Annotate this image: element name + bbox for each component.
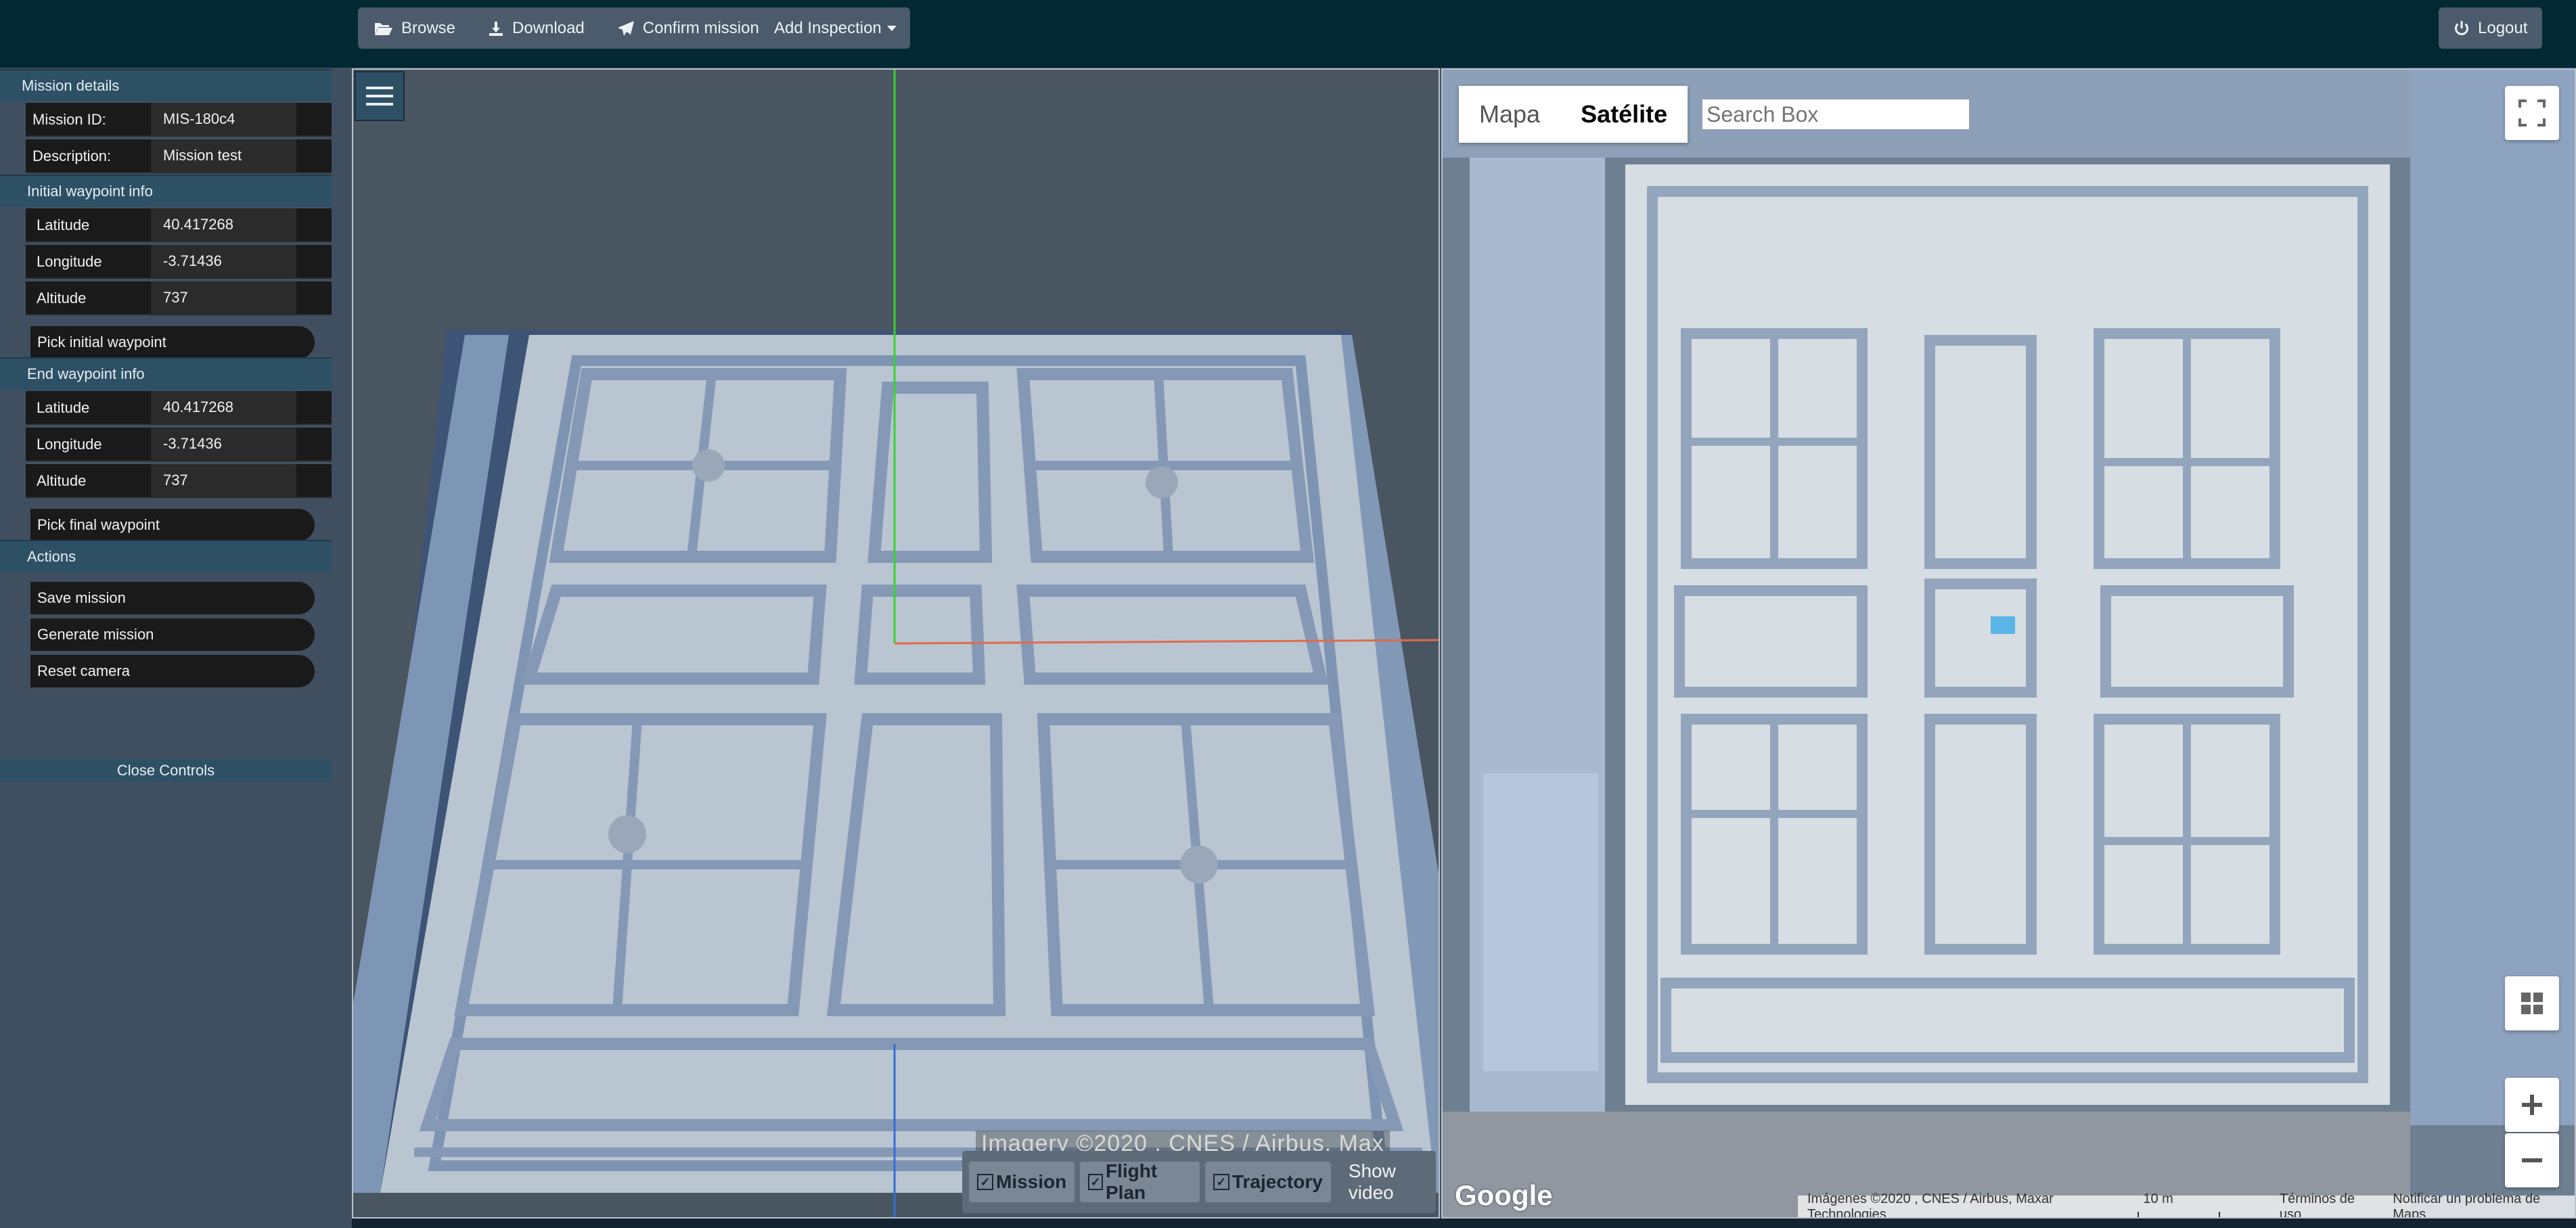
minus-icon [2522, 1158, 2542, 1162]
paper-plane-icon [617, 20, 634, 36]
zoom-in-button[interactable] [2505, 1078, 2559, 1132]
google-logo: Google [1455, 1179, 1553, 1211]
end-altitude-label: Altitude [37, 472, 87, 489]
mission-controls-panel: Mission details Mission ID: MIS-180c4 De… [0, 68, 334, 1228]
power-icon [2455, 20, 2468, 35]
add-inspection-dropdown[interactable]: Add Inspection [761, 7, 910, 49]
fullscreen-icon [2518, 99, 2546, 127]
top-toolbar: Browse Download Confirm mission Add Insp… [0, 0, 2576, 68]
initial-longitude-field[interactable]: -3.71436 [151, 245, 296, 277]
close-controls-button[interactable]: Close Controls [0, 759, 332, 782]
layer-toggles-bar: ✓ Mission ✓ Flight Plan ✓ Trajectory Sho… [962, 1151, 1436, 1213]
mission-id-field[interactable]: MIS-180c4 [151, 103, 296, 135]
initial-altitude-field[interactable]: 737 [151, 281, 296, 314]
description-row: Description: Mission test [26, 139, 332, 173]
satellite-imagery [1443, 70, 2575, 1217]
bottom-status-strip [352, 1219, 2576, 1228]
flight-plan-toggle-label: Flight Plan [1105, 1160, 1158, 1203]
checkbox-checked-icon: ✓ [977, 1174, 993, 1190]
initial-latitude-row: Latitude 40.417268 [26, 208, 332, 242]
map-type-map-button[interactable]: Mapa [1459, 86, 1560, 143]
save-mission-button[interactable]: Save mission [30, 582, 315, 614]
reset-camera-button[interactable]: Reset camera [30, 655, 315, 687]
layers-button[interactable] [2505, 976, 2559, 1030]
file-button-group: Browse Download Confirm mission [358, 7, 775, 49]
logout-button[interactable]: Logout [2439, 7, 2542, 49]
actions-header[interactable]: Actions [0, 540, 332, 572]
browse-button[interactable]: Browse [358, 7, 472, 49]
grid-layers-icon [2521, 993, 2543, 1014]
initial-waypoint-header[interactable]: Initial waypoint info [0, 175, 332, 207]
map-report-link[interactable]: Notificar un problema de Maps [2383, 1191, 2575, 1217]
map-type-satellite-button[interactable]: Satélite [1560, 86, 1688, 143]
initial-altitude-row: Altitude 737 [26, 281, 332, 315]
add-inspection-label: Add Inspection [774, 18, 882, 37]
map-imagery-credit: Imágenes ©2020 , CNES / Airbus, Maxar Te… [1807, 1191, 2054, 1219]
caret-down-icon [886, 25, 897, 31]
logout-group: Logout [2439, 7, 2543, 49]
end-longitude-label: Longitude [37, 436, 102, 453]
scale-bar-icon [2138, 1211, 2221, 1217]
mission-id-label: Mission ID: [32, 111, 106, 128]
initial-latitude-label: Latitude [37, 217, 90, 233]
description-field[interactable]: Mission test [151, 139, 296, 172]
end-longitude-field[interactable]: -3.71436 [151, 428, 296, 460]
end-altitude-field[interactable]: 737 [151, 464, 296, 497]
checkbox-checked-icon: ✓ [1088, 1174, 1103, 1190]
end-latitude-label: Latitude [37, 399, 90, 416]
checkbox-checked-icon: ✓ [1213, 1174, 1229, 1190]
logout-label: Logout [2478, 18, 2528, 37]
confirm-mission-button[interactable]: Confirm mission [601, 7, 775, 49]
aerial-3d-imagery [353, 70, 1439, 1217]
mission-toggle[interactable]: ✓ Mission [969, 1162, 1075, 1202]
flight-plan-toggle[interactable]: ✓ Flight Plan [1080, 1160, 1200, 1203]
menu-icon [366, 87, 393, 89]
google-map-view[interactable]: Mapa Satélite Google Imágenes ©2020 , CN… [1441, 68, 2576, 1219]
plus-icon [2522, 1095, 2542, 1115]
folder-open-icon [375, 22, 392, 35]
map-terms-link[interactable]: Términos de uso [2270, 1191, 2383, 1217]
pick-final-waypoint-button[interactable]: Pick final waypoint [30, 509, 315, 541]
end-latitude-field[interactable]: 40.417268 [151, 391, 296, 424]
description-label: Description: [32, 147, 112, 164]
end-waypoint-header[interactable]: End waypoint info [0, 357, 332, 390]
initial-longitude-row: Longitude -3.71436 [26, 245, 332, 279]
mission-details-header[interactable]: Mission details [0, 69, 332, 101]
mission-toggle-label: Mission [996, 1171, 1067, 1192]
map-scale: 10 m [2124, 1191, 2270, 1217]
hamburger-menu-button[interactable] [355, 71, 405, 121]
initial-latitude-field[interactable]: 40.417268 [151, 208, 296, 241]
end-latitude-row: Latitude 40.417268 [26, 391, 332, 425]
map-type-control: Mapa Satélite [1459, 86, 1688, 143]
fullscreen-button[interactable] [2505, 86, 2559, 140]
map-search-input[interactable] [1702, 99, 1969, 129]
initial-altitude-label: Altitude [37, 290, 87, 306]
trajectory-toggle-label: Trajectory [1231, 1171, 1323, 1192]
generate-mission-button[interactable]: Generate mission [30, 618, 315, 651]
initial-longitude-label: Longitude [37, 253, 102, 270]
map-attribution-bar: Imágenes ©2020 , CNES / Airbus, Maxar Te… [1798, 1191, 2575, 1217]
browse-label: Browse [401, 18, 456, 37]
mission-id-row: Mission ID: MIS-180c4 [26, 103, 332, 137]
end-altitude-row: Altitude 737 [26, 464, 332, 498]
cesium-3d-view[interactable]: Imagery ©2020 , CNES / Airbus, Max ✓ Mis… [352, 68, 1440, 1219]
confirm-mission-label: Confirm mission [642, 18, 759, 37]
trajectory-toggle[interactable]: ✓ Trajectory [1204, 1162, 1331, 1202]
show-video-button[interactable]: Show video [1349, 1160, 1436, 1204]
download-label: Download [512, 18, 585, 37]
zoom-out-button[interactable] [2505, 1133, 2559, 1187]
add-inspection-button[interactable]: Add Inspection [761, 7, 910, 49]
pick-initial-waypoint-button[interactable]: Pick initial waypoint [30, 326, 315, 359]
end-longitude-row: Longitude -3.71436 [26, 428, 332, 461]
download-icon [489, 21, 503, 36]
download-button[interactable]: Download [472, 7, 601, 49]
